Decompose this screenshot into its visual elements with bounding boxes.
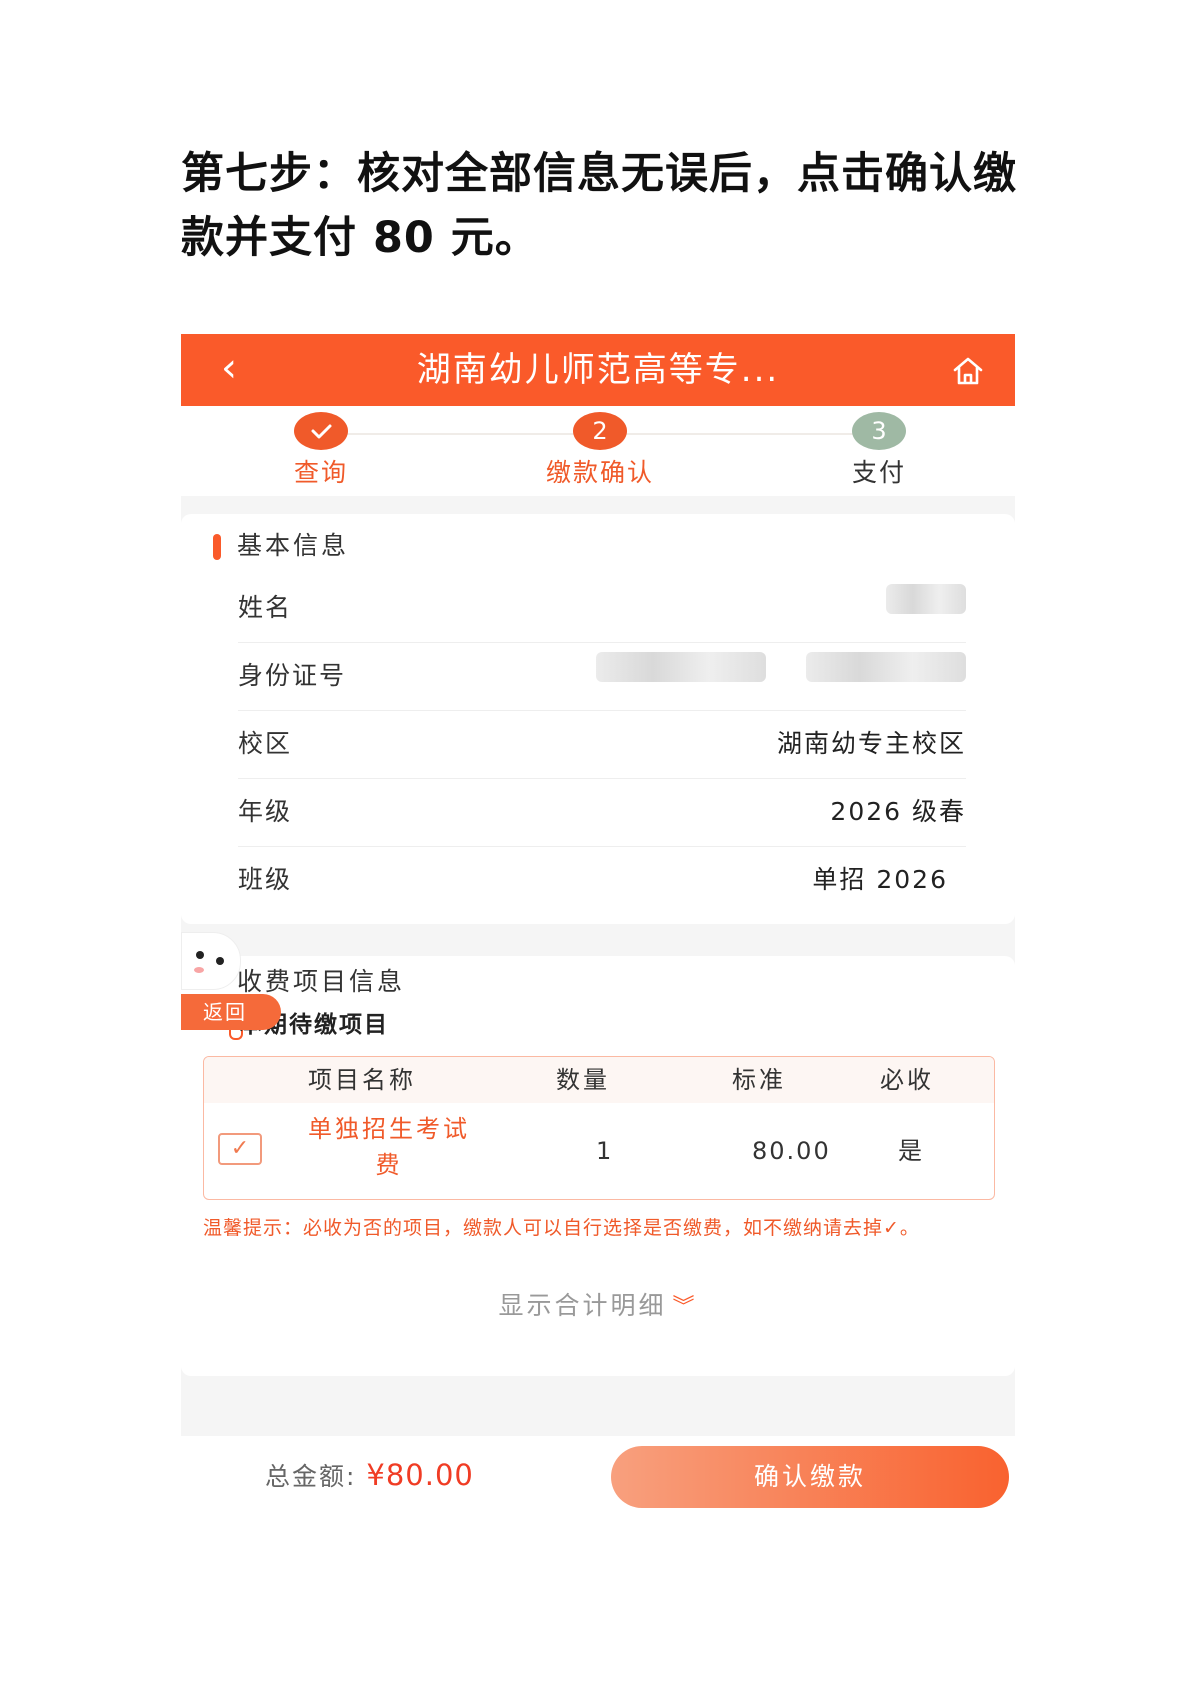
step-label: 支付 (851, 458, 906, 487)
step-label: 查询 (293, 458, 348, 487)
fee-table: 项目名称 数量 标准 必收 ✓ 单独招生考试 费 1 80.00 是 (203, 1056, 995, 1200)
page-title: 湖南幼儿师范高等专... (416, 350, 780, 390)
column-header: 标准 (732, 1066, 786, 1094)
item-checkbox[interactable]: ✓ (218, 1133, 262, 1165)
redacted-value (806, 652, 966, 682)
table-row: ✓ 单独招生考试 费 1 80.00 是 (204, 1105, 994, 1199)
info-row-class: 班级 单招 2026 (238, 846, 966, 914)
step-label: 缴款确认 (545, 458, 654, 487)
instruction-line-2: 款并支付 80 元。 (181, 213, 539, 263)
total-amount: 总金额: ¥80.00 (265, 1456, 474, 1496)
floating-back-button[interactable]: 返回 (181, 994, 281, 1030)
row-label: 校区 (238, 729, 293, 758)
basic-info-card: 基本信息 姓名 身份证号 校区 湖南幼专主校区 年级 2026 级春 班级 单招… (181, 514, 1015, 924)
column-header: 必收 (880, 1066, 934, 1094)
confirm-payment-button[interactable]: 确认缴款 (611, 1446, 1009, 1508)
warm-tip: 温馨提示：必收为否的项目，缴款人可以自行选择是否缴费，如不缴纳请去掉✓。 (203, 1217, 920, 1239)
step-number: 3 (852, 412, 906, 450)
row-label: 班级 (238, 865, 293, 894)
home-icon[interactable] (951, 354, 985, 388)
top-navigation-bar: ‹ 湖南幼儿师范高等专... (181, 334, 1015, 406)
step-query: 查询 (241, 412, 401, 490)
progress-steps: 查询 2 缴款确认 3 支付 (181, 406, 1015, 496)
step-pay: 3 支付 (799, 412, 959, 490)
row-label: 年级 (238, 797, 293, 826)
show-detail-link[interactable]: 显示合计明细 ︾ (181, 1288, 1015, 1326)
row-label: 姓名 (238, 593, 293, 622)
step-confirm: 2 缴款确认 (520, 412, 680, 490)
mascot-icon[interactable] (181, 932, 241, 990)
info-row-name: 姓名 (238, 574, 966, 643)
step-number: 2 (573, 412, 627, 450)
info-row-id: 身份证号 (238, 642, 966, 711)
row-value: 2026 级春 (830, 797, 966, 826)
instruction-line-1: 第七步：核对全部信息无误后，点击确认缴 (181, 149, 1017, 199)
item-required: 是 (898, 1137, 922, 1165)
phone-screenshot: ‹ 湖南幼儿师范高等专... 查询 2 缴款确认 3 支付 基本信息 姓名 身份… (181, 334, 1015, 1514)
step-instruction: 第七步：核对全部信息无误后，点击确认缴 款并支付 80 元。 (181, 142, 1021, 270)
row-value: 单招 2026 (812, 865, 948, 894)
fee-info-card: 收费项目信息 本期待缴项目 项目名称 数量 标准 必收 ✓ 单独招生考试 费 1… (181, 956, 1015, 1376)
redacted-value (596, 652, 766, 682)
table-header: 项目名称 数量 标准 必收 (204, 1057, 994, 1103)
item-name: 单独招生考试 费 (308, 1115, 470, 1179)
info-row-campus: 校区 湖南幼专主校区 (238, 710, 966, 779)
row-label: 身份证号 (238, 661, 347, 690)
check-icon (294, 412, 348, 450)
redacted-value (886, 584, 966, 614)
double-chevron-down-icon: ︾ (672, 1295, 698, 1320)
column-header: 项目名称 (308, 1066, 416, 1094)
total-label: 总金额: (265, 1462, 357, 1491)
row-value: 湖南幼专主校区 (776, 729, 966, 758)
bottom-bar: 总金额: ¥80.00 确认缴款 (181, 1436, 1015, 1514)
total-value: ¥80.00 (366, 1458, 474, 1492)
item-standard: 80.00 (752, 1137, 831, 1165)
column-header: 数量 (556, 1066, 610, 1094)
item-quantity: 1 (596, 1137, 612, 1165)
info-row-grade: 年级 2026 级春 (238, 778, 966, 847)
